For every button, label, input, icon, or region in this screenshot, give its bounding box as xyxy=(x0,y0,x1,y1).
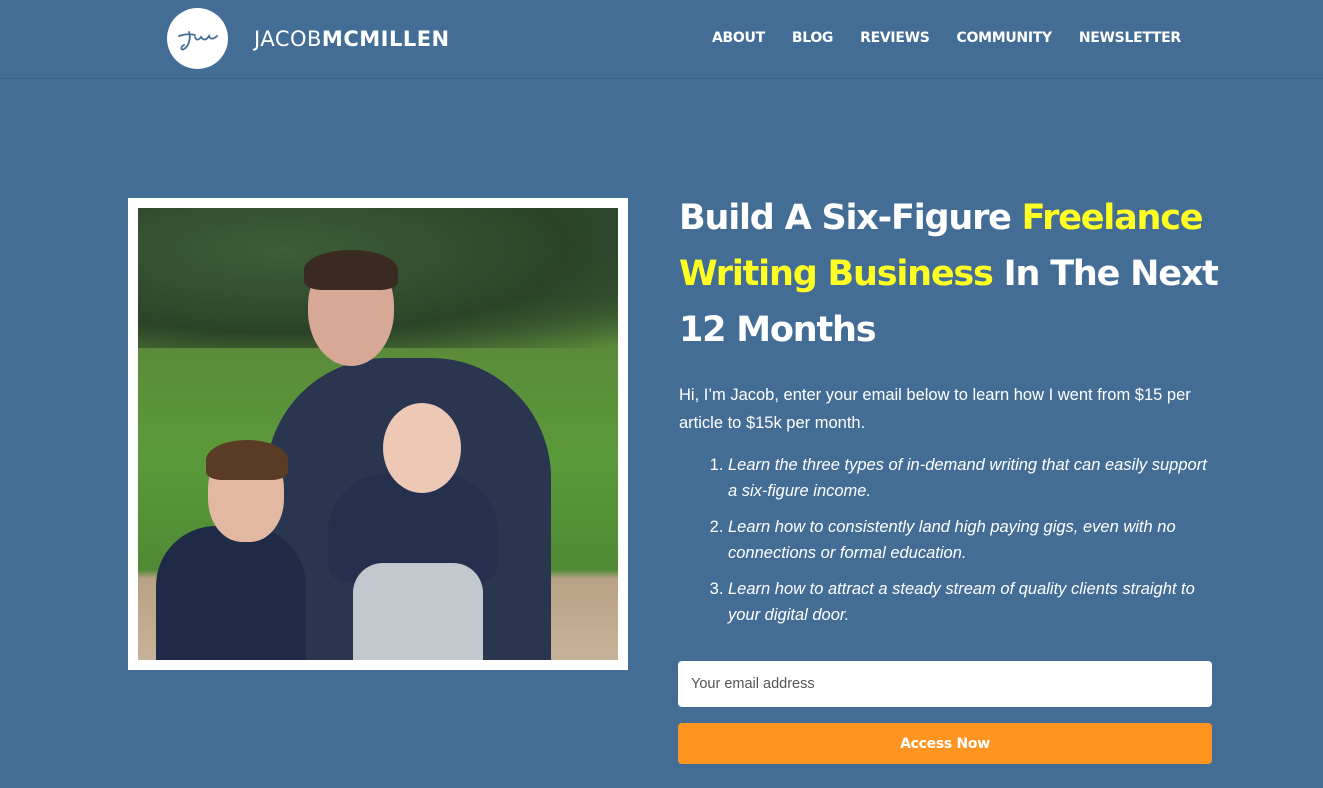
main-nav: ABOUT BLOG REVIEWS COMMUNITY NEWSLETTER xyxy=(712,30,1208,46)
hero-intro: Hi, I’m Jacob, enter your email below to… xyxy=(679,386,1191,432)
headline-part-1: Build A Six-Figure xyxy=(679,198,1022,238)
hero-photo xyxy=(138,208,618,660)
benefit-item: Learn how to attract a steady stream of … xyxy=(728,576,1209,628)
photo-baby-head xyxy=(383,403,461,493)
benefit-item: Learn the three types of in-demand writi… xyxy=(728,452,1209,504)
brand-name: JACOBMCMILLEN xyxy=(254,27,450,51)
brand-name-last: MCMILLEN xyxy=(321,26,450,51)
benefit-item: Learn how to consistently land high payi… xyxy=(728,514,1209,566)
photo-toddler-hair xyxy=(206,440,288,480)
brand-name-first: JACOB xyxy=(254,26,322,51)
site-header: JACOBMCMILLEN ABOUT BLOG REVIEWS COMMUNI… xyxy=(0,0,1323,79)
logo-link[interactable]: JACOBMCMILLEN xyxy=(167,8,450,69)
nav-newsletter[interactable]: NEWSLETTER xyxy=(1079,30,1181,46)
photo-man-hair xyxy=(304,250,398,290)
hero-photo-frame xyxy=(128,198,628,670)
logo-monogram-icon xyxy=(167,8,228,69)
nav-reviews[interactable]: REVIEWS xyxy=(860,30,930,46)
benefits-list: Learn the three types of in-demand writi… xyxy=(679,452,1209,628)
hero-headline: Build A Six-Figure Freelance Writing Bus… xyxy=(679,190,1219,358)
access-now-button[interactable]: Access Now xyxy=(678,723,1212,764)
photo-toddler-jacket xyxy=(156,526,306,660)
nav-blog[interactable]: BLOG xyxy=(792,30,834,46)
nav-community[interactable]: COMMUNITY xyxy=(957,30,1053,46)
hero-content: Build A Six-Figure Freelance Writing Bus… xyxy=(679,190,1219,638)
nav-about[interactable]: ABOUT xyxy=(712,30,765,46)
email-input[interactable] xyxy=(678,661,1212,707)
photo-baby-pants xyxy=(353,563,483,660)
